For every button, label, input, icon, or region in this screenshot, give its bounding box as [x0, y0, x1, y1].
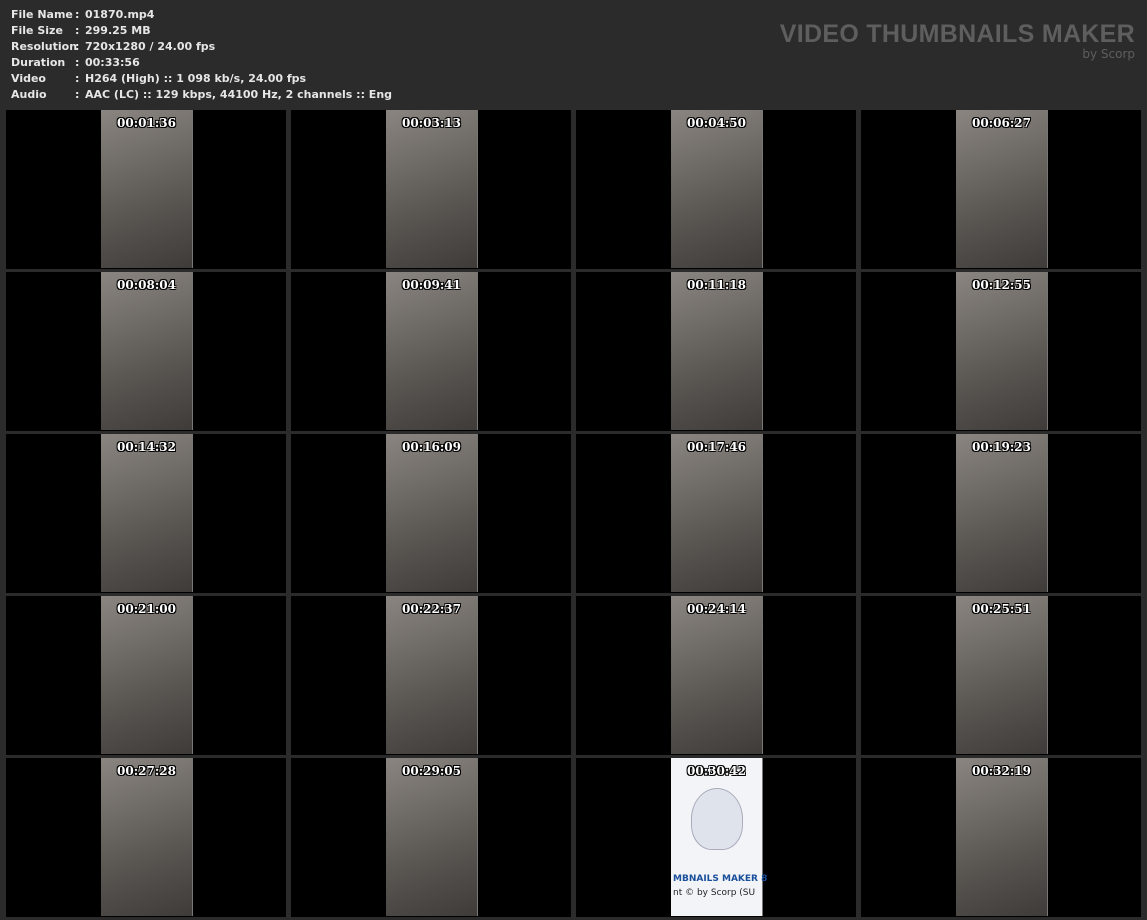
- thumbnail-cell: 00:27:28: [6, 758, 286, 917]
- thumbnail-frame: 00:32:19: [956, 758, 1048, 916]
- info-separator: :: [75, 88, 80, 101]
- info-separator: :: [75, 56, 80, 69]
- thumbnail-cell: 00:29:05: [291, 758, 571, 917]
- thumbnail-cell: 00:08:04: [6, 272, 286, 431]
- timestamp: 00:21:00: [117, 602, 176, 616]
- thumbnail-frame: 00:21:00: [101, 596, 193, 754]
- thumbnail-cell: MBNAILS MAKER 8 nt © by Scorp (SU 00:30:42: [576, 758, 856, 917]
- thumbnail-frame: MBNAILS MAKER 8 nt © by Scorp (SU 00:30:42: [671, 758, 767, 916]
- thumbnail-frame: 00:17:46: [671, 434, 763, 592]
- info-key: Duration: [11, 56, 66, 69]
- thumbnail-cell: 00:12:55: [861, 272, 1141, 431]
- timestamp: 00:24:14: [687, 602, 746, 616]
- owl-logo-icon: [691, 788, 743, 850]
- timestamp: 00:06:27: [972, 116, 1031, 130]
- info-separator: :: [75, 24, 80, 37]
- thumbnail-frame: 00:04:50: [671, 110, 763, 268]
- info-row: Resolution:720x1280 / 24.00 fps: [11, 39, 392, 55]
- timestamp: 00:09:41: [402, 278, 461, 292]
- timestamp: 00:27:28: [117, 764, 176, 778]
- info-separator: :: [75, 40, 80, 53]
- brand-title: VIDEO THUMBNAILS MAKER: [779, 20, 1135, 48]
- timestamp: 00:19:23: [972, 440, 1031, 454]
- timestamp: 00:16:09: [402, 440, 461, 454]
- thumbnail-frame: 00:29:05: [386, 758, 478, 916]
- info-value: 01870.mp4: [85, 8, 155, 21]
- thumbnail-frame: 00:16:09: [386, 434, 478, 592]
- thumbnail-frame: 00:24:14: [671, 596, 763, 754]
- timestamp: 00:25:51: [972, 602, 1031, 616]
- timestamp: 00:30:42: [687, 764, 746, 778]
- info-separator: :: [75, 8, 80, 21]
- thumbnail-frame: 00:11:18: [671, 272, 763, 430]
- info-row: Audio: AAC (LC) :: 129 kbps, 44100 Hz, 2 …: [11, 87, 392, 103]
- thumbnail-cell: 00:32:19: [861, 758, 1141, 917]
- thumbnail-cell: 00:21:00: [6, 596, 286, 755]
- timestamp: 00:17:46: [687, 440, 746, 454]
- info-value: 720x1280 / 24.00 fps: [85, 40, 216, 53]
- thumbnail-grid: 00:01:36 00:03:13 00:04:50 00:06:27 00:08:04…: [6, 110, 1141, 917]
- timestamp: 00:11:18: [687, 278, 746, 292]
- logo-text-1: MBNAILS MAKER 8: [673, 874, 768, 884]
- info-row: File Name:01870.mp4: [11, 7, 392, 23]
- timestamp: 00:01:36: [117, 116, 176, 130]
- thumbnail-cell: 00:22:37: [291, 596, 571, 755]
- info-row: Video: H264 (High) :: 1 098 kb/s, 24.00 f…: [11, 71, 392, 87]
- thumbnail-frame: 00:06:27: [956, 110, 1048, 268]
- thumbnail-cell: 00:17:46: [576, 434, 856, 593]
- logo-text-2: nt © by Scorp (SU: [673, 888, 756, 898]
- thumbnail-frame: 00:27:28: [101, 758, 193, 916]
- thumbnail-cell: 00:03:13: [291, 110, 571, 269]
- info-key: File Name: [11, 8, 73, 21]
- thumbnail-frame: 00:19:23: [956, 434, 1048, 592]
- thumbnail-frame: 00:09:41: [386, 272, 478, 430]
- thumbnail-cell: 00:09:41: [291, 272, 571, 431]
- thumbnail-cell: 00:01:36: [6, 110, 286, 269]
- timestamp: 00:14:32: [117, 440, 176, 454]
- info-row: Duration:00:33:56: [11, 55, 392, 71]
- thumbnail-frame: 00:25:51: [956, 596, 1048, 754]
- brand-watermark: VIDEO THUMBNAILS MAKER by Scorp: [780, 20, 1135, 60]
- timestamp: 00:08:04: [117, 278, 176, 292]
- thumbnail-frame: 00:01:36: [101, 110, 193, 268]
- thumbnail-cell: 00:04:50: [576, 110, 856, 269]
- info-key: File Size: [11, 24, 63, 37]
- timestamp: 00:22:37: [402, 602, 461, 616]
- thumbnail-cell: 00:25:51: [861, 596, 1141, 755]
- thumbnail-frame: 00:03:13: [386, 110, 478, 268]
- info-key: Audio: [11, 88, 47, 101]
- timestamp: 00:04:50: [687, 116, 746, 130]
- info-key: Video: [11, 72, 46, 85]
- thumbnail-cell: 00:14:32: [6, 434, 286, 593]
- info-value: AAC (LC) :: 129 kbps, 44100 Hz, 2 channe…: [85, 88, 393, 101]
- timestamp: 00:03:13: [402, 116, 461, 130]
- timestamp: 00:32:19: [972, 764, 1031, 778]
- timestamp: 00:29:05: [402, 764, 461, 778]
- info-separator: :: [75, 72, 80, 85]
- thumbnail-cell: 00:24:14: [576, 596, 856, 755]
- thumbnail-cell: 00:11:18: [576, 272, 856, 431]
- thumbnail-frame: 00:12:55: [956, 272, 1048, 430]
- thumbnail-cell: 00:16:09: [291, 434, 571, 593]
- thumbnail-cell: 00:06:27: [861, 110, 1141, 269]
- info-key: Resolution: [11, 40, 78, 53]
- thumbnail-cell: 00:19:23: [861, 434, 1141, 593]
- brand-subtitle: by Scorp: [1082, 47, 1135, 61]
- info-value: H264 (High) :: 1 098 kb/s, 24.00 fps: [85, 72, 307, 85]
- info-value: 299.25 MB: [85, 24, 151, 37]
- thumbnail-frame: 00:14:32: [101, 434, 193, 592]
- info-row: File Size:299.25 MB: [11, 23, 392, 39]
- thumbnail-frame: 00:08:04: [101, 272, 193, 430]
- thumbnail-frame: 00:22:37: [386, 596, 478, 754]
- file-info: File Name:01870.mp4 File Size:299.25 MB Re…: [11, 7, 392, 103]
- timestamp: 00:12:55: [972, 278, 1031, 292]
- info-value: 00:33:56: [85, 56, 140, 69]
